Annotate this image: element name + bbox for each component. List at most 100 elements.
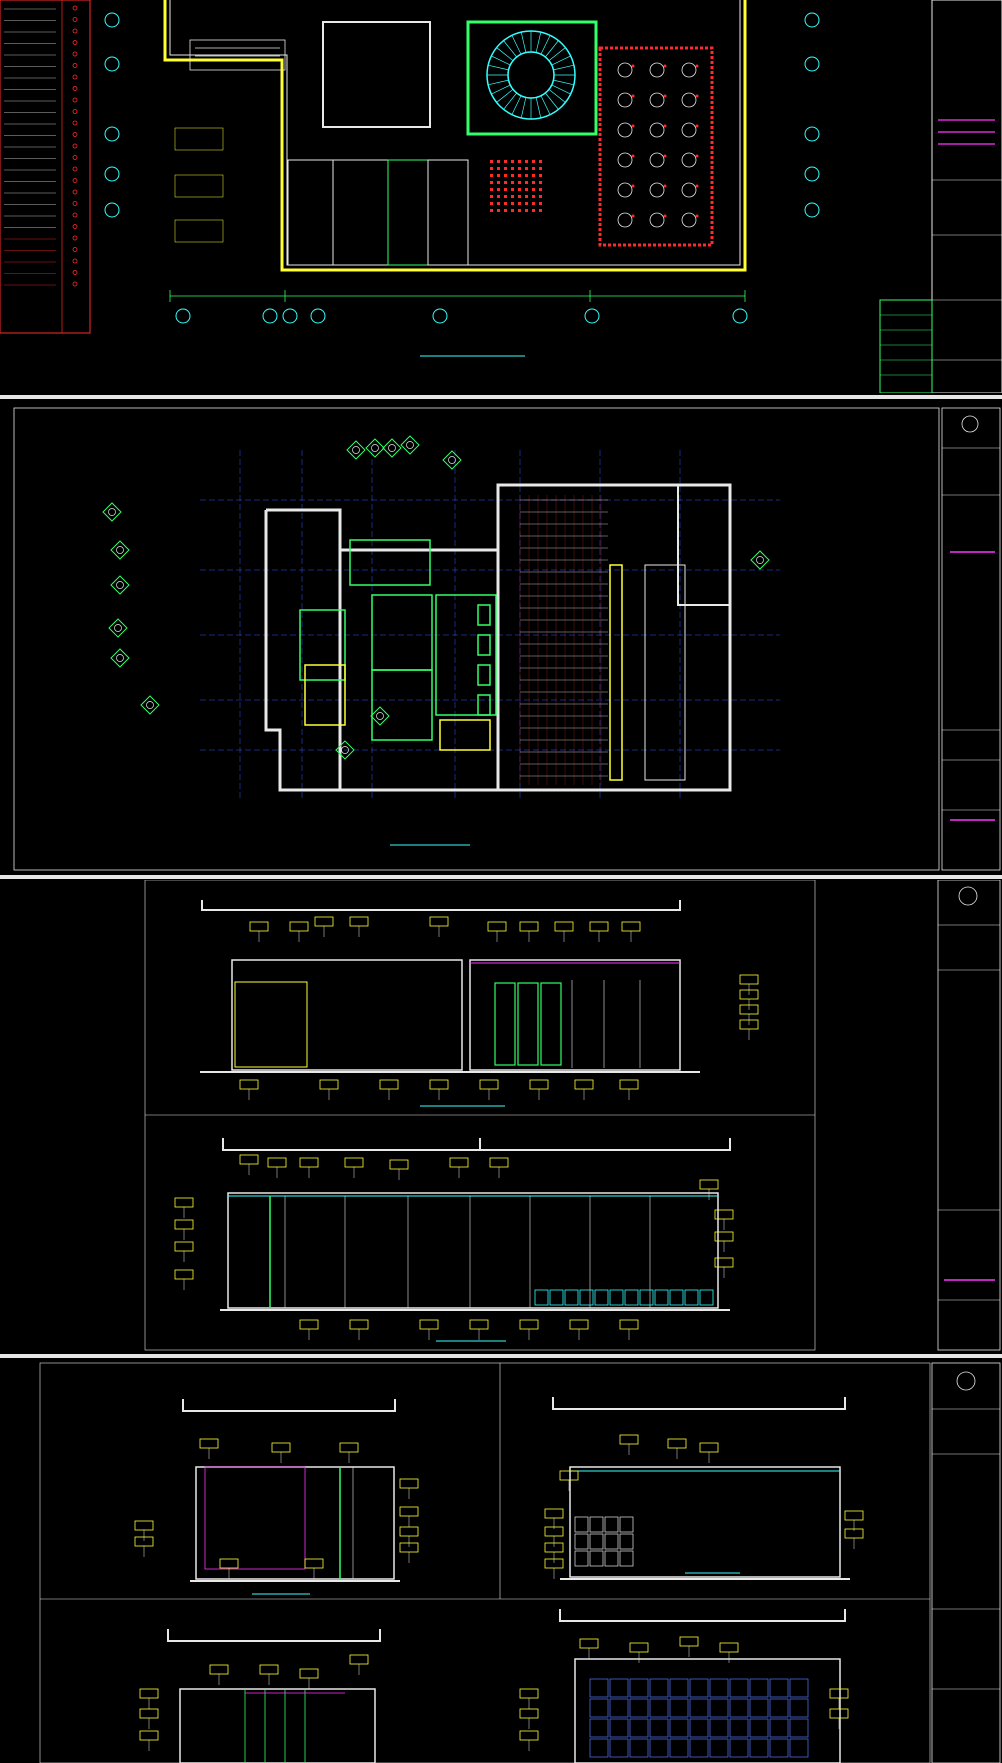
elevation-3 — [134, 1399, 419, 1595]
downlight — [511, 160, 514, 163]
locker-panel — [769, 1738, 789, 1758]
material-tag — [399, 1478, 419, 1489]
bench-module — [624, 1289, 639, 1306]
floor-plan-drawing — [13, 407, 1001, 871]
downlight — [518, 209, 521, 212]
bench-module — [564, 1289, 579, 1306]
locker-panel — [649, 1678, 669, 1698]
material-tag — [319, 1079, 339, 1090]
elevation-4 — [544, 1397, 864, 1580]
material-tag — [629, 1642, 649, 1653]
play-block — [604, 1533, 619, 1550]
downlight — [497, 181, 500, 184]
play-block — [589, 1533, 604, 1550]
locker-panel — [649, 1738, 669, 1758]
void-room-a — [322, 21, 431, 128]
legend-symbol-icon — [72, 201, 78, 206]
material-tag — [174, 1269, 194, 1280]
section-marker-dot — [146, 701, 154, 709]
downlight — [497, 174, 500, 177]
downlight — [532, 209, 535, 212]
downlight — [490, 160, 493, 163]
dining-table — [681, 212, 697, 228]
material-tag — [399, 1526, 419, 1537]
downlight — [490, 202, 493, 205]
material-tag — [544, 1508, 564, 1519]
bench-module — [609, 1289, 624, 1306]
material-tag — [719, 1642, 739, 1653]
light-point-icon — [631, 94, 635, 98]
dining-table — [649, 92, 665, 108]
locker-panel — [729, 1678, 749, 1698]
stall — [477, 694, 491, 716]
section-marker-dot — [448, 456, 456, 464]
material-tag — [344, 1157, 364, 1168]
company-logo-icon — [961, 415, 979, 433]
downlight — [497, 209, 500, 212]
locker-panel — [629, 1698, 649, 1718]
material-tag — [699, 1442, 719, 1453]
dining-table — [649, 62, 665, 78]
downlight — [539, 202, 542, 205]
section-marker-icon — [110, 648, 130, 668]
stair-tread — [535, 97, 542, 118]
locker-panel — [589, 1738, 609, 1758]
stage-edge — [609, 564, 623, 781]
locker-panel — [789, 1698, 809, 1718]
elevation-drawing-a — [144, 880, 1001, 1351]
downlight — [539, 188, 542, 191]
legend-symbol-icon — [72, 247, 78, 252]
title-block-right-3 — [937, 880, 1001, 1351]
material-tag — [844, 1510, 864, 1521]
material-tag — [559, 1470, 579, 1481]
legend-symbol-icon — [72, 97, 78, 103]
section-marker-icon — [110, 540, 130, 560]
light-point-icon — [695, 64, 699, 68]
downlight — [539, 160, 542, 163]
material-tag — [429, 1079, 449, 1090]
locker-panel — [709, 1738, 729, 1758]
downlight — [504, 167, 507, 170]
downlight — [518, 181, 521, 184]
dimension-line-bottom — [169, 290, 746, 302]
elevation-2 — [174, 1138, 734, 1342]
small-text-blocks — [174, 127, 224, 243]
play-block — [574, 1533, 589, 1550]
downlight — [504, 174, 507, 177]
downlight — [490, 174, 493, 177]
legend-symbol-icon — [72, 258, 78, 264]
dining-table — [681, 122, 697, 138]
material-tag — [519, 1730, 539, 1741]
title-block-right-2 — [941, 407, 1001, 871]
locker-panel — [629, 1678, 649, 1698]
light-point-icon — [663, 64, 667, 68]
downlight — [532, 174, 535, 177]
legend-symbol-icon — [72, 155, 78, 160]
bench-module — [579, 1289, 594, 1306]
stair-tread — [535, 32, 542, 53]
downlight — [532, 195, 535, 198]
locker-panel — [649, 1698, 669, 1718]
material-tag — [399, 1506, 419, 1517]
material-tag — [299, 1319, 319, 1330]
section-marker-dot — [114, 624, 122, 632]
material-tag — [314, 916, 334, 927]
material-tag — [389, 1159, 409, 1170]
dining-table — [681, 152, 697, 168]
light-point-icon — [663, 154, 667, 158]
material-tag — [479, 1079, 499, 1090]
elevation-6 — [519, 1609, 849, 1763]
building-outline — [163, 0, 747, 272]
title-block-right-4 — [931, 1362, 1001, 1763]
material-tag — [349, 1654, 369, 1665]
locker-panel — [789, 1718, 809, 1738]
downlight — [518, 195, 521, 198]
material-tag — [699, 1179, 719, 1190]
downlight — [490, 188, 493, 191]
stair-tread — [491, 55, 511, 66]
section-marker-dot — [376, 712, 384, 720]
downlight — [504, 188, 507, 191]
legend-symbol-icon — [72, 189, 78, 195]
downlight — [539, 181, 542, 184]
locker-panel — [649, 1718, 669, 1738]
